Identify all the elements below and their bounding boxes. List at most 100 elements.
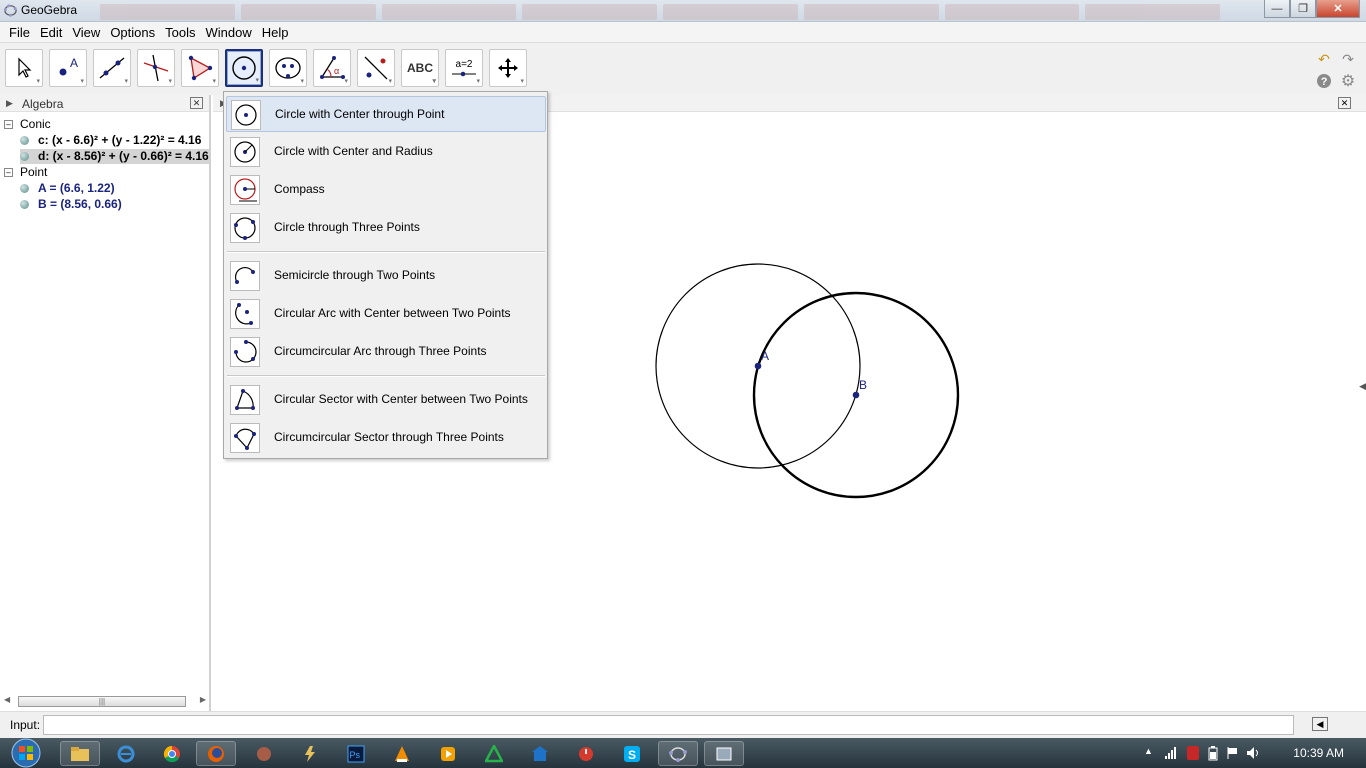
scroll-left-icon[interactable]: ◀: [4, 695, 10, 704]
list-item-selected[interactable]: d: (x - 8.56)² + (y - 0.66)² = 4.16: [20, 149, 209, 164]
volume-icon[interactable]: [1246, 746, 1262, 760]
app-icon: [305, 745, 315, 762]
internet-explorer-icon: [117, 745, 135, 762]
move-tool-button[interactable]: ▾: [5, 49, 43, 87]
flag-icon[interactable]: [1226, 746, 1240, 760]
show-hidden-icons-icon[interactable]: ▲: [1144, 746, 1153, 756]
menu-options[interactable]: Options: [105, 25, 160, 40]
point-tool-button[interactable]: A ▾: [49, 49, 87, 87]
scrollbar-thumb[interactable]: |||: [18, 696, 186, 707]
text-tool-label: ABC: [407, 61, 433, 75]
visibility-toggle-icon[interactable]: [20, 184, 29, 193]
taskbar-internet-explorer[interactable]: [106, 741, 146, 766]
point-a[interactable]: [754, 362, 762, 370]
menu-item-circular-sector[interactable]: Circular Sector with Center between Two …: [226, 382, 546, 418]
taskbar-app[interactable]: [704, 741, 744, 766]
list-item[interactable]: A = (6.6, 1.22): [20, 181, 115, 196]
list-item[interactable]: c: (x - 6.6)² + (y - 1.22)² = 4.16: [20, 133, 201, 148]
window-title: GeoGebra: [21, 3, 78, 17]
geogebra-logo-icon: [669, 746, 687, 762]
undo-icon[interactable]: ↶: [1314, 49, 1334, 69]
minimize-button[interactable]: —: [1264, 0, 1290, 18]
taskbar-app[interactable]: [520, 741, 560, 766]
perpendicular-tool-button[interactable]: ▾: [137, 49, 175, 87]
menu-item-circle-center-radius[interactable]: Circle with Center and Radius: [226, 134, 546, 170]
slider-tool-button[interactable]: a=2 ▾: [445, 49, 483, 87]
menu-help[interactable]: Help: [257, 25, 294, 40]
collapse-icon[interactable]: –: [4, 168, 13, 177]
menu-bar: File Edit View Options Tools Window Help: [0, 22, 1366, 43]
text-tool-button[interactable]: ABC ▾: [401, 49, 439, 87]
menu-window[interactable]: Window: [200, 25, 256, 40]
reflect-tool-button[interactable]: ▾: [357, 49, 395, 87]
battery-icon[interactable]: [1208, 745, 1218, 761]
menu-item-circumcircular-sector[interactable]: Circumcircular Sector through Three Poin…: [226, 420, 546, 456]
system-tray: ▲ 10:39 AM: [1136, 738, 1366, 768]
menu-item-circle-center-point[interactable]: Circle with Center through Point: [226, 96, 546, 132]
visibility-toggle-icon[interactable]: [20, 152, 29, 161]
menu-item-semicircle[interactable]: Semicircle through Two Points: [226, 258, 546, 294]
geogebra-logo-icon: [3, 4, 17, 17]
maximize-button[interactable]: ❐: [1290, 0, 1316, 18]
antivirus-icon[interactable]: [1186, 745, 1200, 761]
input-field[interactable]: [43, 715, 1294, 735]
close-algebra-icon[interactable]: ✕: [190, 97, 203, 109]
menu-item-circle-three-points[interactable]: Circle through Three Points: [226, 210, 546, 246]
menu-view[interactable]: View: [67, 25, 105, 40]
menu-item-circular-arc[interactable]: Circular Arc with Center between Two Poi…: [226, 296, 546, 332]
conic-tool-button[interactable]: ▾: [269, 49, 307, 87]
taskbar-app[interactable]: [244, 741, 284, 766]
taskbar-firefox[interactable]: [196, 741, 236, 766]
menu-tools[interactable]: Tools: [160, 25, 200, 40]
taskbar-vlc[interactable]: [382, 741, 422, 766]
taskbar-skype[interactable]: S: [612, 741, 652, 766]
help-icon[interactable]: ?: [1314, 71, 1334, 91]
polygon-tool-button[interactable]: ▾: [181, 49, 219, 87]
scroll-right-icon[interactable]: ▶: [200, 695, 206, 704]
angle-tool-button[interactable]: α ▾: [313, 49, 351, 87]
taskbar-app[interactable]: [474, 741, 514, 766]
expand-triangle-icon[interactable]: ▶: [6, 98, 13, 109]
gear-icon[interactable]: ⚙: [1338, 71, 1358, 91]
keyboard-icon[interactable]: ◀: [1312, 717, 1328, 731]
menu-item-label: Circle with Center and Radius: [274, 144, 433, 158]
menu-item-circumcircular-arc[interactable]: Circumcircular Arc through Three Points: [226, 334, 546, 370]
menu-item-label: Semicircle through Two Points: [274, 268, 436, 282]
list-item[interactable]: B = (8.56, 0.66): [20, 197, 122, 212]
svg-text:α: α: [334, 66, 339, 76]
line-tool-button[interactable]: ▾: [93, 49, 131, 87]
photoshop-icon: Ps: [347, 745, 365, 762]
collapse-icon[interactable]: –: [4, 120, 13, 129]
move-graphics-tool-button[interactable]: ▾: [489, 49, 527, 87]
input-bar: Input: ◀: [0, 711, 1366, 738]
close-button[interactable]: ✕: [1316, 0, 1360, 18]
taskbar-media-player[interactable]: [428, 741, 468, 766]
visibility-toggle-icon[interactable]: [20, 136, 29, 145]
clock[interactable]: 10:39 AM: [1293, 746, 1344, 760]
menu-item-compass[interactable]: Compass: [226, 172, 546, 208]
algebra-title: Algebra: [22, 97, 64, 111]
start-button[interactable]: [6, 738, 46, 768]
circle-tool-button[interactable]: ▾: [225, 49, 263, 87]
taskbar-app[interactable]: [290, 741, 330, 766]
point-a-label: A: [761, 349, 769, 363]
collapse-side-icon[interactable]: ◀: [1359, 381, 1366, 392]
semicircle-icon: [230, 261, 260, 291]
menu-edit[interactable]: Edit: [35, 25, 67, 40]
taskbar-explorer[interactable]: [60, 741, 100, 766]
title-bar: GeoGebra — ❐ ✕: [0, 0, 1366, 22]
taskbar-app[interactable]: [566, 741, 606, 766]
horizontal-scrollbar[interactable]: ◀ ||| ▶: [4, 695, 206, 709]
point-b[interactable]: [852, 391, 860, 399]
redo-icon[interactable]: ↷: [1338, 49, 1358, 69]
taskbar-photoshop[interactable]: Ps: [336, 741, 376, 766]
tree-category-point[interactable]: – Point: [4, 165, 47, 179]
visibility-toggle-icon[interactable]: [20, 200, 29, 209]
tree-category-conic[interactable]: – Conic: [4, 117, 51, 131]
menu-item-label: Circumcircular Sector through Three Poin…: [274, 430, 504, 444]
taskbar-geogebra[interactable]: [658, 741, 698, 766]
signal-icon[interactable]: [1164, 746, 1178, 760]
svg-text:S: S: [628, 748, 636, 762]
taskbar-chrome[interactable]: [152, 741, 192, 766]
menu-file[interactable]: File: [4, 25, 35, 40]
